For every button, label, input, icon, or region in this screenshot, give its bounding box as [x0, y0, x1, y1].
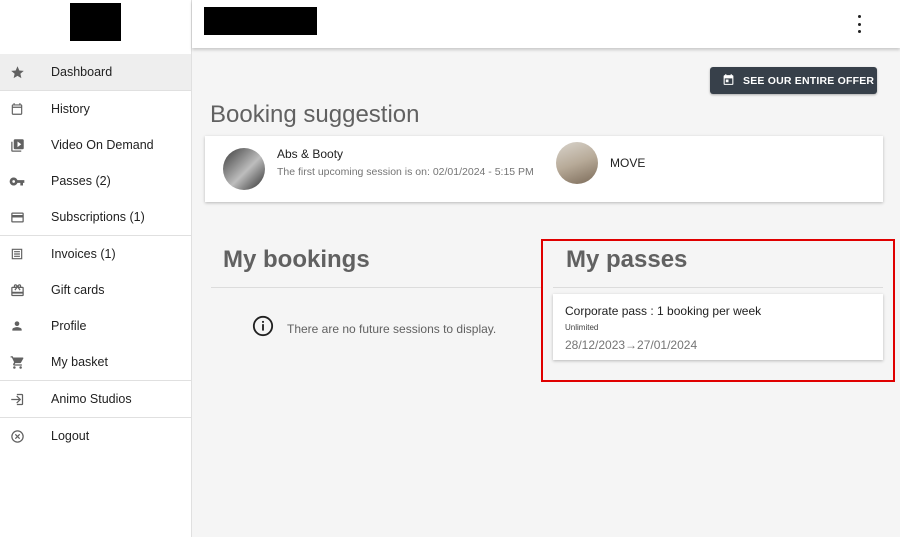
sidebar-item-label: Animo Studios — [51, 392, 132, 406]
sidebar-item-gift-cards[interactable]: Gift cards — [0, 272, 191, 308]
see-entire-offer-button[interactable]: SEE OUR ENTIRE OFFER — [710, 67, 877, 94]
sidebar-item-label: Invoices (1) — [51, 247, 116, 261]
close-circle-icon — [9, 428, 25, 444]
more-vert-icon[interactable] — [852, 15, 866, 33]
sidebar-item-logout[interactable]: Logout — [0, 418, 191, 454]
sidebar-item-label: Video On Demand — [51, 138, 154, 152]
sidebar-item-passes[interactable]: Passes (2) — [0, 163, 191, 199]
star-icon — [9, 64, 25, 80]
sidebar-item-animo-studios[interactable]: Animo Studios — [0, 381, 191, 417]
empty-state-text: There are no future sessions to display. — [287, 321, 497, 336]
sidebar-nav: Dashboard History Video On Demand Passes… — [0, 54, 191, 454]
sidebar-item-invoices[interactable]: Invoices (1) — [0, 236, 191, 272]
suggestion-name[interactable]: MOVE — [610, 156, 645, 170]
credit-card-icon — [9, 209, 25, 225]
calendar-icon — [722, 73, 735, 89]
logo — [70, 3, 121, 41]
divider — [211, 287, 541, 288]
sidebar-item-label: Profile — [51, 319, 87, 333]
video-library-icon — [9, 137, 25, 153]
sidebar-item-dashboard[interactable]: Dashboard — [0, 54, 191, 90]
cart-icon — [9, 354, 25, 370]
avatar[interactable] — [556, 142, 598, 184]
empty-state: There are no future sessions to display. — [252, 315, 496, 342]
sidebar-item-label: Passes (2) — [51, 174, 111, 188]
suggestion-subtitle: The first upcoming session is on: 02/01/… — [277, 166, 534, 178]
calendar-icon — [9, 101, 25, 117]
sidebar: Dashboard History Video On Demand Passes… — [0, 0, 192, 537]
booking-suggestion-heading: Booking suggestion — [210, 101, 420, 128]
sidebar-item-label: History — [51, 102, 90, 116]
login-icon — [9, 391, 25, 407]
top-app-bar — [192, 0, 900, 48]
highlight-box — [541, 239, 895, 382]
sidebar-item-subscriptions[interactable]: Subscriptions (1) — [0, 199, 191, 235]
avatar[interactable] — [223, 148, 265, 190]
person-icon — [9, 318, 25, 334]
sidebar-item-label: Gift cards — [51, 283, 105, 297]
booking-suggestion-card: Abs & Booty The first upcoming session i… — [205, 136, 883, 202]
sidebar-item-label: My basket — [51, 355, 108, 369]
sidebar-item-profile[interactable]: Profile — [0, 308, 191, 344]
key-icon — [9, 173, 25, 189]
my-bookings-heading: My bookings — [223, 246, 370, 273]
sidebar-item-label: Dashboard — [51, 65, 113, 79]
sidebar-item-video-on-demand[interactable]: Video On Demand — [0, 127, 191, 163]
suggestion-name[interactable]: Abs & Booty — [277, 147, 343, 161]
sidebar-item-label: Subscriptions (1) — [51, 210, 145, 224]
page-title — [204, 7, 317, 35]
sidebar-item-label: Logout — [51, 429, 90, 443]
sidebar-item-history[interactable]: History — [0, 91, 191, 127]
see-entire-offer-label: SEE OUR ENTIRE OFFER — [743, 74, 875, 87]
sidebar-item-my-basket[interactable]: My basket — [0, 344, 191, 380]
gift-card-icon — [9, 282, 25, 298]
info-icon — [252, 315, 274, 342]
receipt-icon — [9, 246, 25, 262]
